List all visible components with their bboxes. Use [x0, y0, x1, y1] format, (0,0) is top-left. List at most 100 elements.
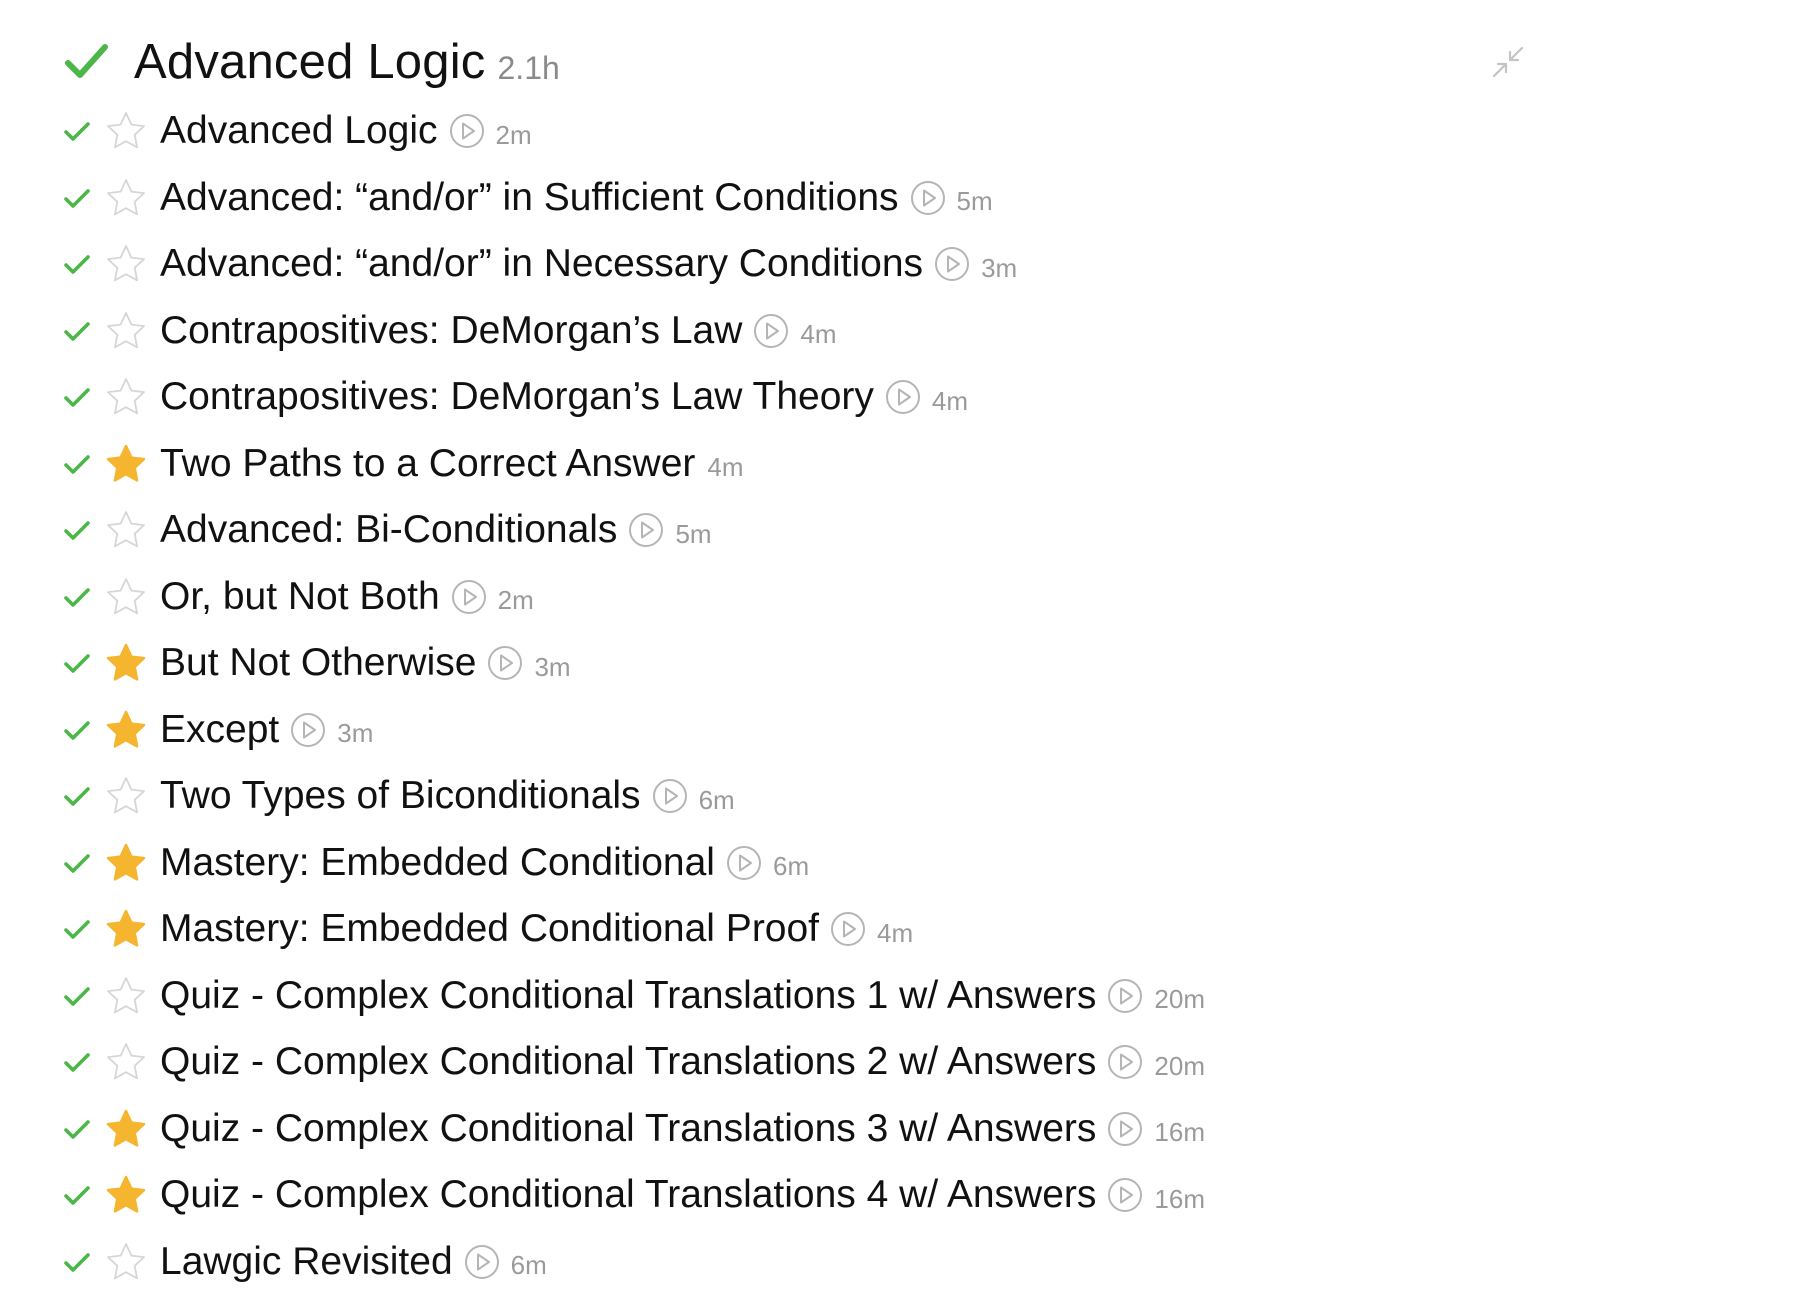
lesson-title[interactable]: Two Paths to a Correct Answer: [160, 442, 695, 486]
check-icon: [64, 255, 90, 275]
check-icon: [64, 188, 90, 208]
lesson-duration: 20m: [1154, 1050, 1205, 1081]
star-filled-icon[interactable]: [104, 1107, 148, 1151]
lesson-title[interactable]: Advanced: “and/or” in Necessary Conditio…: [160, 242, 923, 286]
play-icon[interactable]: [1106, 1110, 1144, 1148]
check-icon: [64, 587, 90, 607]
play-icon[interactable]: [725, 844, 763, 882]
lesson-row[interactable]: Quiz - Complex Conditional Translations …: [62, 963, 1562, 1030]
lesson-row[interactable]: Contrapositives: DeMorgan’s Law Theory 4m: [62, 364, 1562, 431]
lesson-row[interactable]: But Not Otherwise 3m: [62, 630, 1562, 697]
check-icon: [64, 454, 90, 474]
lesson-duration: 2m: [495, 119, 532, 150]
play-icon[interactable]: [1106, 1176, 1144, 1214]
check-icon: [64, 321, 90, 341]
check-icon: [64, 720, 90, 740]
lesson-title[interactable]: Advanced: Bi-Conditionals: [160, 508, 617, 552]
play-icon[interactable]: [289, 711, 327, 749]
star-outline-icon[interactable]: [104, 109, 148, 153]
check-icon: [64, 654, 90, 674]
lesson-row[interactable]: Quiz - Complex Conditional Translations …: [62, 1096, 1562, 1163]
lesson-row[interactable]: Two Types of Biconditionals 6m: [62, 763, 1562, 830]
star-outline-icon[interactable]: [104, 1040, 148, 1084]
play-icon[interactable]: [884, 378, 922, 416]
star-filled-icon[interactable]: [104, 841, 148, 885]
star-filled-icon[interactable]: [104, 907, 148, 951]
lesson-title[interactable]: But Not Otherwise: [160, 641, 476, 685]
lesson-title[interactable]: Mastery: Embedded Conditional: [160, 841, 715, 885]
star-outline-icon[interactable]: [104, 974, 148, 1018]
star-filled-icon[interactable]: [104, 1173, 148, 1217]
collapse-button[interactable]: [1486, 40, 1530, 84]
lesson-row[interactable]: Two Paths to a Correct Answer 4m: [62, 431, 1562, 498]
play-icon[interactable]: [829, 910, 867, 948]
lesson-title[interactable]: Or, but Not Both: [160, 575, 440, 619]
lesson-duration: 5m: [956, 186, 993, 217]
play-icon[interactable]: [627, 511, 665, 549]
lesson-row[interactable]: Contrapositives: DeMorgan’s Law 4m: [62, 298, 1562, 365]
star-outline-icon[interactable]: [104, 575, 148, 619]
section-total-time: 2.1h: [497, 49, 560, 86]
star-filled-icon[interactable]: [104, 442, 148, 486]
section-header: Advanced Logic 2.1h: [62, 22, 560, 102]
lesson-row[interactable]: Advanced: “and/or” in Sufficient Conditi…: [62, 165, 1562, 232]
star-outline-icon[interactable]: [104, 508, 148, 552]
star-outline-icon[interactable]: [104, 242, 148, 286]
star-outline-icon[interactable]: [104, 309, 148, 353]
lesson-row[interactable]: Mastery: Embedded Conditional 6m: [62, 830, 1562, 897]
play-icon[interactable]: [1106, 1043, 1144, 1081]
lesson-title[interactable]: Except: [160, 708, 279, 752]
play-icon[interactable]: [448, 112, 486, 150]
lesson-title[interactable]: Quiz - Complex Conditional Translations …: [160, 1173, 1096, 1217]
lesson-title[interactable]: Mastery: Embedded Conditional Proof: [160, 907, 819, 951]
star-filled-icon[interactable]: [104, 708, 148, 752]
star-outline-icon[interactable]: [104, 375, 148, 419]
play-icon[interactable]: [752, 312, 790, 350]
lesson-row[interactable]: Mastery: Embedded Conditional Proof 4m: [62, 896, 1562, 963]
lesson-row[interactable]: Lawgic Revisited 6m: [62, 1229, 1562, 1296]
collapse-arrows-icon: [1492, 46, 1524, 78]
lesson-row[interactable]: Quiz - Complex Conditional Translations …: [62, 1162, 1562, 1229]
lesson-row[interactable]: Advanced Logic 2m: [62, 98, 1562, 165]
lesson-duration: 5m: [675, 518, 712, 549]
lesson-title[interactable]: Advanced Logic: [160, 109, 438, 153]
lesson-duration: 4m: [800, 319, 837, 350]
play-icon[interactable]: [1106, 977, 1144, 1015]
lesson-title[interactable]: Contrapositives: DeMorgan’s Law Theory: [160, 375, 874, 419]
lesson-duration: 4m: [877, 917, 914, 948]
lesson-title[interactable]: Quiz - Complex Conditional Translations …: [160, 974, 1096, 1018]
check-icon: [64, 122, 90, 142]
lesson-title[interactable]: Quiz - Complex Conditional Translations …: [160, 1107, 1096, 1151]
lesson-title[interactable]: Quiz - Complex Conditional Translations …: [160, 1040, 1096, 1084]
lesson-row[interactable]: Or, but Not Both 2m: [62, 564, 1562, 631]
lesson-row[interactable]: Except 3m: [62, 697, 1562, 764]
star-outline-icon[interactable]: [104, 774, 148, 818]
star-filled-icon[interactable]: [104, 641, 148, 685]
lesson-title[interactable]: Lawgic Revisited: [160, 1240, 453, 1284]
lesson-row[interactable]: Advanced: Bi-Conditionals 5m: [62, 497, 1562, 564]
check-icon: [64, 920, 90, 940]
lesson-duration: 6m: [698, 784, 735, 815]
lesson-duration: 4m: [931, 385, 969, 416]
check-icon: [64, 1186, 90, 1206]
play-icon[interactable]: [909, 179, 947, 217]
lesson-duration: 6m: [510, 1250, 547, 1281]
check-icon: [64, 853, 90, 873]
lesson-duration: 4m: [707, 452, 744, 483]
lesson-duration: 3m: [337, 718, 374, 749]
play-icon[interactable]: [450, 578, 488, 616]
check-icon: [64, 986, 90, 1006]
star-outline-icon[interactable]: [104, 1240, 148, 1284]
section-title: Advanced Logic: [134, 35, 486, 89]
play-icon[interactable]: [486, 644, 524, 682]
lesson-row[interactable]: Advanced: “and/or” in Necessary Conditio…: [62, 231, 1562, 298]
lesson-row[interactable]: Quiz - Complex Conditional Translations …: [62, 1029, 1562, 1096]
star-outline-icon[interactable]: [104, 176, 148, 220]
lesson-duration: 3m: [534, 651, 571, 682]
play-icon[interactable]: [933, 245, 971, 283]
lesson-title[interactable]: Contrapositives: DeMorgan’s Law: [160, 309, 742, 353]
play-icon[interactable]: [463, 1243, 501, 1281]
play-icon[interactable]: [651, 777, 689, 815]
lesson-title[interactable]: Two Types of Biconditionals: [160, 774, 641, 818]
lesson-title[interactable]: Advanced: “and/or” in Sufficient Conditi…: [160, 176, 899, 220]
